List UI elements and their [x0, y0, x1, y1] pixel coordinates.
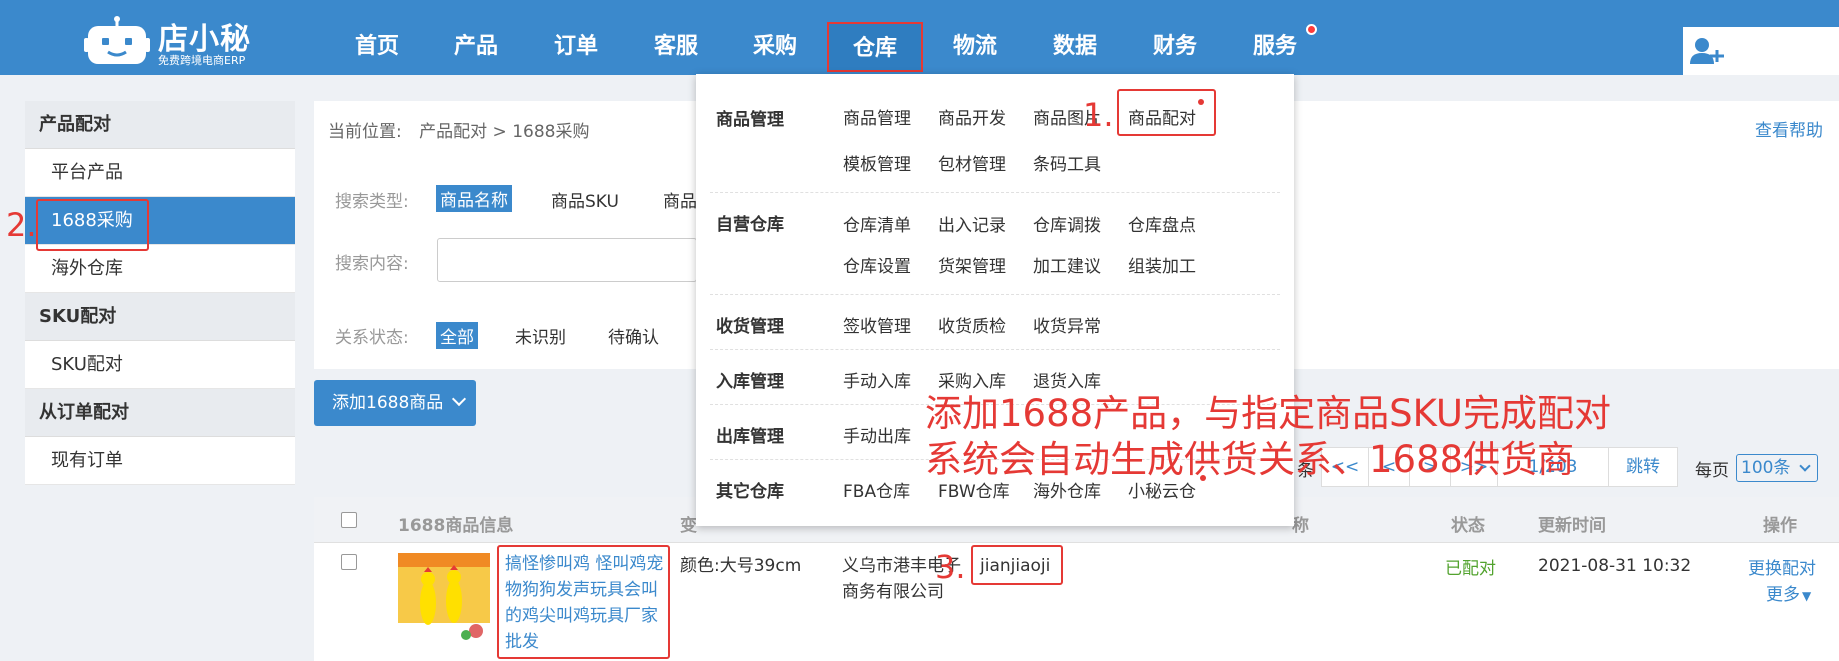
sidebar-item-existing-orders[interactable]: 现有订单 [25, 437, 295, 485]
dropdown-category-own-warehouse: 自营仓库 [716, 215, 784, 235]
menu-item-assembly-processing[interactable]: 组装加工 [1128, 252, 1196, 277]
annotation-step-1: 1. [1083, 96, 1114, 134]
th-1688-product-info: 1688商品信息 [398, 516, 514, 536]
sidebar-item-platform-products[interactable]: 平台产品 [25, 149, 295, 197]
th-actions: 操作 [1763, 516, 1797, 536]
breadcrumb: 当前位置: 产品配对 > 1688采购 [328, 117, 589, 142]
nav-item-warehouse[interactable]: 仓库 [827, 22, 923, 72]
relation-status-label: 关系状态: [335, 328, 409, 348]
menu-item-fba-warehouse[interactable]: FBA仓库 [843, 477, 910, 502]
menu-item-barcode-tools[interactable]: 条码工具 [1033, 150, 1101, 175]
annotation-box-product-title [497, 545, 670, 659]
search-type-label: 搜索类型: [335, 192, 409, 212]
nav-item-service[interactable]: 服务 [1240, 22, 1310, 74]
menu-item-manual-inbound[interactable]: 手动入库 [843, 367, 911, 392]
dropdown-divider [710, 192, 1280, 193]
change-pairing-link[interactable]: 更换配对 [1748, 554, 1816, 579]
add-1688-product-button[interactable]: 添加1688商品 [314, 380, 476, 426]
nav-item-products[interactable]: 产品 [441, 22, 511, 74]
status-badge: 已配对 [1445, 559, 1496, 579]
annotation-step-2: 2. [6, 206, 37, 244]
per-page-value: 100条 [1741, 458, 1791, 478]
menu-item-packaging-management[interactable]: 包材管理 [938, 150, 1006, 175]
dropdown-divider [710, 349, 1280, 350]
robot-logo-icon [84, 16, 150, 64]
nav-item-orders[interactable]: 订单 [541, 22, 611, 74]
help-link[interactable]: 查看帮助 [1755, 116, 1823, 141]
menu-item-template-management[interactable]: 模板管理 [843, 150, 911, 175]
user-add-icon[interactable] [1690, 36, 1726, 66]
nav-item-purchase[interactable]: 采购 [740, 22, 810, 74]
sidebar-group-order-pairing: 从订单配对 [25, 389, 295, 437]
row-checkbox[interactable] [341, 554, 357, 570]
search-type-product-sku[interactable]: 商品SKU [551, 187, 619, 212]
menu-item-warehouse-stocktake[interactable]: 仓库盘点 [1128, 211, 1196, 236]
sidebar-item-overseas-warehouse[interactable]: 海外仓库 [25, 245, 295, 293]
chevron-down-icon [451, 391, 467, 407]
menu-item-warehouse-settings[interactable]: 仓库设置 [843, 252, 911, 277]
search-input[interactable] [437, 238, 697, 282]
sidebar: 产品配对 平台产品 1688采购 海外仓库 SKU配对 SKU配对 从订单配对 … [25, 101, 295, 491]
sidebar-group-product-pairing: 产品配对 [25, 101, 295, 149]
nav-item-customer-service[interactable]: 客服 [641, 22, 711, 74]
search-type-product-name[interactable]: 商品名称 [436, 185, 512, 212]
annotation-box-goods-pairing [1117, 89, 1216, 136]
breadcrumb-prefix: 当前位置: [328, 122, 402, 142]
more-actions-label: 更多 [1766, 585, 1800, 605]
dropdown-category-receiving: 收货管理 [716, 317, 784, 337]
dropdown-divider [710, 294, 1280, 295]
dropdown-category-other-warehouse: 其它仓库 [716, 482, 784, 502]
per-page-label: 每页 [1695, 461, 1729, 481]
annotation-box-supplier-id [971, 545, 1063, 585]
select-all-checkbox[interactable] [341, 512, 357, 528]
search-type-more[interactable]: 商品 [663, 187, 697, 212]
menu-item-inout-records[interactable]: 出入记录 [938, 211, 1006, 236]
logo-slogan: 免费跨境电商ERP [158, 54, 246, 67]
nav-item-home[interactable]: 首页 [342, 22, 412, 74]
th-status: 状态 [1451, 516, 1485, 536]
search-content-label: 搜索内容: [335, 254, 409, 274]
menu-item-shelf-management[interactable]: 货架管理 [938, 252, 1006, 277]
add-1688-product-label: 添加1688商品 [332, 393, 444, 413]
more-actions-link[interactable]: 更多 ▼ [1766, 580, 1811, 605]
menu-item-goods-development[interactable]: 商品开发 [938, 104, 1006, 129]
dropdown-category-goods: 商品管理 [716, 110, 784, 130]
annotation-box-1688-purchase [36, 199, 149, 251]
th-variant: 变 [680, 516, 697, 536]
dropdown-category-outbound: 出库管理 [716, 427, 784, 447]
per-page-select[interactable]: 100条 [1736, 454, 1818, 482]
caret-down-icon: ▼ [1802, 589, 1812, 603]
menu-item-warehouse-list[interactable]: 仓库清单 [843, 211, 911, 236]
annotation-dot [1198, 99, 1204, 105]
rubber-chicken-image [398, 553, 490, 645]
menu-item-quality-inspection[interactable]: 收货质检 [938, 312, 1006, 337]
nav-item-logistics[interactable]: 物流 [940, 22, 1010, 74]
notification-dot [1306, 24, 1317, 35]
pagination-jump-button[interactable]: 跳转 [1608, 447, 1678, 487]
product-thumbnail[interactable] [398, 553, 490, 645]
sidebar-group-sku-pairing: SKU配对 [25, 293, 295, 341]
product-variant: 颜色:大号39cm [680, 556, 802, 576]
relation-status-unrecognized[interactable]: 未识别 [515, 323, 566, 348]
th-updated-time: 更新时间 [1538, 516, 1606, 536]
nav-item-data[interactable]: 数据 [1040, 22, 1110, 74]
breadcrumb-path: 产品配对 > 1688采购 [419, 122, 590, 142]
menu-item-goods-management[interactable]: 商品管理 [843, 104, 911, 129]
relation-status-pending[interactable]: 待确认 [608, 323, 659, 348]
annotation-step-3: 3. [935, 548, 966, 586]
th-name: 称 [1292, 516, 1309, 536]
menu-item-processing-advice[interactable]: 加工建议 [1033, 252, 1101, 277]
menu-item-manual-outbound[interactable]: 手动出库 [843, 422, 911, 447]
menu-item-receipt-management[interactable]: 签收管理 [843, 312, 911, 337]
annotation-text-line2: 系统会自动生成供货关系、1688供货商 [925, 438, 1575, 481]
logo[interactable]: 店小秘 免费跨境电商ERP [84, 6, 264, 67]
dropdown-category-inbound: 入库管理 [716, 372, 784, 392]
updated-time: 2021-08-31 10:32 [1538, 556, 1692, 576]
relation-status-all[interactable]: 全部 [436, 322, 478, 349]
menu-item-receiving-exceptions[interactable]: 收货异常 [1033, 312, 1101, 337]
nav-item-finance[interactable]: 财务 [1140, 22, 1210, 74]
sidebar-item-sku-pairing[interactable]: SKU配对 [25, 341, 295, 389]
chevron-down-icon [1799, 460, 1811, 472]
menu-item-warehouse-transfer[interactable]: 仓库调拨 [1033, 211, 1101, 236]
